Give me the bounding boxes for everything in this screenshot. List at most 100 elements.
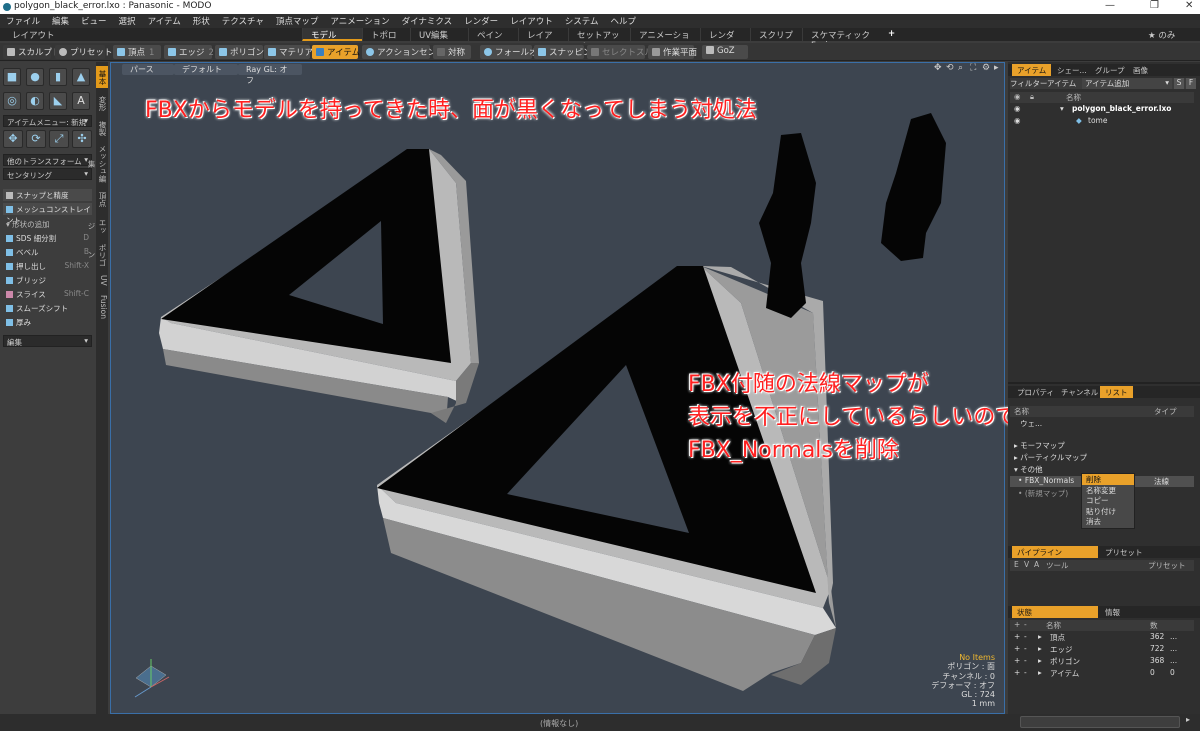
menu-edit[interactable]: 編集 bbox=[46, 14, 75, 28]
stats-row-vertices[interactable]: + - ▸ 頂点 362... bbox=[1010, 632, 1194, 643]
shortcut-s-button[interactable]: S bbox=[1174, 78, 1184, 89]
context-clear[interactable]: 消去 bbox=[1082, 516, 1134, 527]
move-tool-icon[interactable]: ✥ bbox=[3, 130, 23, 148]
item-mesh-row[interactable]: ◉ ◆ tome bbox=[1010, 116, 1194, 127]
menu-file[interactable]: ファイル bbox=[0, 14, 46, 28]
tab-paint[interactable]: ペイント bbox=[468, 28, 518, 53]
context-paste[interactable]: 貼り付け bbox=[1082, 506, 1134, 517]
zoom-icon[interactable]: ⌕ bbox=[958, 63, 963, 73]
rotate-view-icon[interactable]: ⟲ bbox=[946, 63, 954, 73]
tool-bevel[interactable]: ベベル B bbox=[3, 246, 92, 258]
edit-dropdown[interactable]: 編集 ▾ bbox=[3, 335, 92, 347]
item-menu-dropdown[interactable]: アイテムメニュー: 新規 ...▾ bbox=[3, 115, 92, 137]
tab-list[interactable]: リスト bbox=[1100, 386, 1133, 398]
gear-icon[interactable]: ⚙ bbox=[982, 63, 990, 73]
tab-groups[interactable]: グループ bbox=[1090, 64, 1130, 76]
vtab-deform[interactable]: 変形 bbox=[96, 92, 108, 114]
edge-mode-button[interactable]: エッジ 2 bbox=[164, 45, 214, 59]
torus-primitive-icon[interactable]: ◎ bbox=[3, 92, 21, 110]
tab-pipeline-presets[interactable]: プリセット bbox=[1100, 546, 1148, 558]
tab-shader[interactable]: シェー... bbox=[1052, 64, 1092, 76]
centering-dropdown[interactable]: センタリング ▾ bbox=[3, 168, 92, 180]
vtab-fusion[interactable]: Fusion bbox=[96, 292, 108, 322]
menu-view[interactable]: ビュー bbox=[75, 14, 113, 28]
text-primitive-icon[interactable]: A bbox=[72, 92, 90, 110]
vtab-edge[interactable]: エッジ bbox=[87, 212, 108, 240]
list-row-particle-maps[interactable]: ▸ パーティクルマップ bbox=[1010, 452, 1194, 463]
snap-precision-button[interactable]: スナップと精度 bbox=[3, 189, 92, 201]
vtab-uv[interactable]: UV bbox=[96, 270, 108, 290]
menu-help[interactable]: ヘルプ bbox=[604, 14, 642, 28]
symmetry-button[interactable]: 対称 bbox=[433, 45, 471, 59]
context-rename[interactable]: 名称変更 bbox=[1082, 485, 1134, 496]
menu-render[interactable]: レンダー bbox=[458, 14, 504, 28]
vtab-polygon[interactable]: ポリゴン bbox=[87, 240, 108, 270]
tab-topology[interactable]: トポロジ bbox=[362, 28, 410, 53]
context-delete[interactable]: 削除 bbox=[1082, 474, 1134, 485]
sphere-primitive-icon[interactable]: ● bbox=[26, 68, 44, 86]
shortcut-f-button[interactable]: F bbox=[1186, 78, 1196, 89]
goz-button[interactable]: GoZ bbox=[702, 45, 748, 59]
tab-uv-edit[interactable]: UV編集 bbox=[410, 28, 468, 41]
tool-slice[interactable]: スライス Shift-C bbox=[3, 288, 92, 300]
favorites-only-toggle[interactable]: ★ のみ bbox=[1140, 28, 1183, 41]
tool-sds-subdivide[interactable]: SDS 細分割 D bbox=[3, 232, 92, 244]
menu-select[interactable]: 選択 bbox=[113, 14, 142, 28]
chevron-right-icon[interactable]: ▸ bbox=[994, 63, 999, 73]
mesh-constraint-button[interactable]: メッシュコンストレイント bbox=[3, 203, 92, 225]
tab-channels[interactable]: チャンネル bbox=[1056, 386, 1103, 398]
vtab-mesh-edit[interactable]: メッシュ編集 bbox=[87, 142, 108, 186]
tab-script[interactable]: スクリプト bbox=[750, 28, 802, 53]
tab-pipeline[interactable]: パイプライン bbox=[1012, 546, 1098, 558]
transform-dropdown[interactable]: 他のトランスフォーム ▾ bbox=[3, 154, 92, 166]
vtab-vertex[interactable]: 頂点 bbox=[96, 188, 108, 210]
falloff-button[interactable]: フォールオフ bbox=[480, 45, 546, 59]
menu-texture[interactable]: テクスチャ bbox=[216, 14, 270, 28]
select-through-button[interactable]: セレクトスルー bbox=[587, 45, 662, 59]
list-row-morph-maps[interactable]: ▸ モーフマップ bbox=[1010, 440, 1194, 451]
layout-menu[interactable]: レイアウト bbox=[4, 28, 63, 41]
tab-layout[interactable]: レイアウト bbox=[518, 28, 568, 53]
cylinder-primitive-icon[interactable]: ▮ bbox=[49, 68, 67, 86]
menu-dynamics[interactable]: ダイナミクス bbox=[396, 14, 459, 28]
item-scene-row[interactable]: ◉ ▾ polygon_black_error.lxo bbox=[1010, 104, 1194, 115]
vertex-mode-button[interactable]: 頂点 1 bbox=[113, 45, 161, 59]
rotate-tool-icon[interactable]: ⟳ bbox=[26, 130, 46, 148]
menu-geometry[interactable]: 形状 bbox=[187, 14, 216, 28]
vtab-basic[interactable]: 基本 bbox=[96, 66, 108, 88]
tool-thicken[interactable]: 厚み bbox=[3, 316, 92, 328]
menu-system[interactable]: システム bbox=[559, 14, 605, 28]
menu-animation[interactable]: アニメーション bbox=[324, 14, 395, 28]
tab-render[interactable]: レンダー bbox=[700, 28, 750, 53]
tab-properties[interactable]: プロパティ bbox=[1012, 386, 1059, 398]
cube-primitive-icon[interactable]: ■ bbox=[3, 68, 21, 86]
tool-smooth-shift[interactable]: スムーズシフト bbox=[3, 302, 92, 314]
context-copy[interactable]: コピー bbox=[1082, 495, 1134, 506]
menu-vertex-map[interactable]: 頂点マップ bbox=[270, 14, 325, 28]
scale-tool-icon[interactable]: ⤢ bbox=[49, 130, 69, 148]
close-button[interactable]: ✕ bbox=[1185, 0, 1193, 11]
tool-extrude[interactable]: 押し出し Shift-X bbox=[3, 260, 92, 272]
tab-model[interactable]: モデル bbox=[302, 28, 362, 41]
tab-info[interactable]: 情報 bbox=[1100, 606, 1125, 618]
stats-row-edges[interactable]: + - ▸ エッジ 722... bbox=[1010, 644, 1194, 655]
vtab-duplicate[interactable]: 複製 bbox=[96, 117, 108, 139]
tab-images[interactable]: 画像 bbox=[1128, 64, 1153, 76]
menu-item[interactable]: アイテム bbox=[142, 14, 187, 28]
raygl-button[interactable]: Ray GL: オフ bbox=[238, 64, 302, 85]
item-mode-button[interactable]: アイテム bbox=[312, 45, 360, 59]
maximize-button[interactable]: ❐ bbox=[1150, 0, 1159, 11]
action-center-button[interactable]: アクションセンター bbox=[362, 45, 453, 59]
wedge-primitive-icon[interactable]: ◣ bbox=[49, 92, 67, 110]
transform-tool-icon[interactable]: ✣ bbox=[72, 130, 92, 148]
tool-bridge[interactable]: ブリッジ bbox=[3, 274, 92, 286]
material-mode-button[interactable]: マテリアル bbox=[264, 45, 321, 59]
add-item-dropdown[interactable]: アイテム追加 ▾ bbox=[1082, 78, 1172, 89]
work-plane-button[interactable]: 作業平面 bbox=[648, 45, 697, 59]
fit-view-icon[interactable]: ⛶ bbox=[970, 63, 976, 73]
visibility-eye-icon[interactable]: ◉ bbox=[1014, 104, 1021, 113]
add-layout-tab-button[interactable]: + bbox=[880, 28, 903, 41]
snapping-button[interactable]: スナッピング bbox=[534, 45, 600, 59]
stats-row-polygons[interactable]: + - ▸ ポリゴン 368... bbox=[1010, 656, 1194, 667]
capsule-primitive-icon[interactable]: ◐ bbox=[26, 92, 44, 110]
